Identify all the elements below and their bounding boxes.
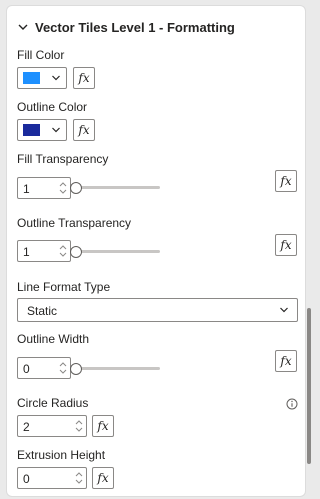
outline-width-fx-button[interactable]: fx <box>275 350 297 372</box>
section-header[interactable]: Vector Tiles Level 1 - Formatting <box>17 16 235 38</box>
outline-color-label: Outline Color <box>17 100 88 114</box>
spinner-arrows-icon[interactable] <box>59 243 67 259</box>
fill-color-label: Fill Color <box>17 48 65 62</box>
outline-transparency-label: Outline Transparency <box>17 216 132 230</box>
extrusion-height-fx-button[interactable]: fx <box>92 467 114 489</box>
fill-transparency-slider-thumb[interactable] <box>70 182 82 194</box>
outline-width-value: 0 <box>23 362 30 376</box>
outline-width-slider[interactable] <box>76 367 160 370</box>
extrusion-height-label: Extrusion Height <box>17 448 106 462</box>
fill-color-swatch <box>23 72 40 84</box>
line-format-type-value: Static <box>27 304 58 318</box>
outline-width-input[interactable]: 0 <box>17 357 71 379</box>
scrollbar-thumb[interactable] <box>307 308 311 464</box>
circle-radius-label: Circle Radius <box>17 396 89 410</box>
outline-transparency-value: 1 <box>23 245 30 259</box>
fill-color-fx-button[interactable]: fx <box>73 67 95 89</box>
fill-transparency-input[interactable]: 1 <box>17 177 71 199</box>
outline-transparency-fx-button[interactable]: fx <box>275 234 297 256</box>
section-title: Vector Tiles Level 1 - Formatting <box>35 19 235 35</box>
circle-radius-input[interactable]: 2 <box>17 415 87 437</box>
fill-transparency-value: 1 <box>23 182 30 196</box>
fill-color-picker[interactable] <box>17 67 67 89</box>
circle-radius-value: 2 <box>23 420 30 434</box>
chevron-down-icon <box>52 75 60 81</box>
extrusion-height-value: 0 <box>23 472 30 486</box>
chevron-down-icon <box>52 127 60 133</box>
info-icon[interactable] <box>286 398 298 410</box>
chevron-down-icon <box>18 24 28 30</box>
outline-transparency-input[interactable]: 1 <box>17 240 71 262</box>
spinner-arrows-icon[interactable] <box>59 180 67 196</box>
spinner-arrows-icon[interactable] <box>59 360 67 376</box>
outline-color-swatch <box>23 124 40 136</box>
fill-transparency-slider[interactable] <box>76 186 160 189</box>
outline-transparency-slider-thumb[interactable] <box>70 246 82 258</box>
extrusion-height-input[interactable]: 0 <box>17 467 87 489</box>
spinner-arrows-icon[interactable] <box>75 470 83 486</box>
outline-color-fx-button[interactable]: fx <box>73 119 95 141</box>
line-format-type-dropdown[interactable]: Static <box>17 298 298 322</box>
spinner-arrows-icon[interactable] <box>75 418 83 434</box>
outline-width-label: Outline Width <box>17 332 90 346</box>
formatting-panel: Vector Tiles Level 1 - Formatting Fill C… <box>6 5 306 497</box>
fill-transparency-fx-button[interactable]: fx <box>275 170 297 192</box>
line-format-type-label: Line Format Type <box>17 280 111 294</box>
outline-color-picker[interactable] <box>17 119 67 141</box>
chevron-down-icon <box>280 307 288 313</box>
outline-width-slider-thumb[interactable] <box>70 363 82 375</box>
fill-transparency-label: Fill Transparency <box>17 152 109 166</box>
circle-radius-fx-button[interactable]: fx <box>92 415 114 437</box>
outline-transparency-slider[interactable] <box>76 250 160 253</box>
